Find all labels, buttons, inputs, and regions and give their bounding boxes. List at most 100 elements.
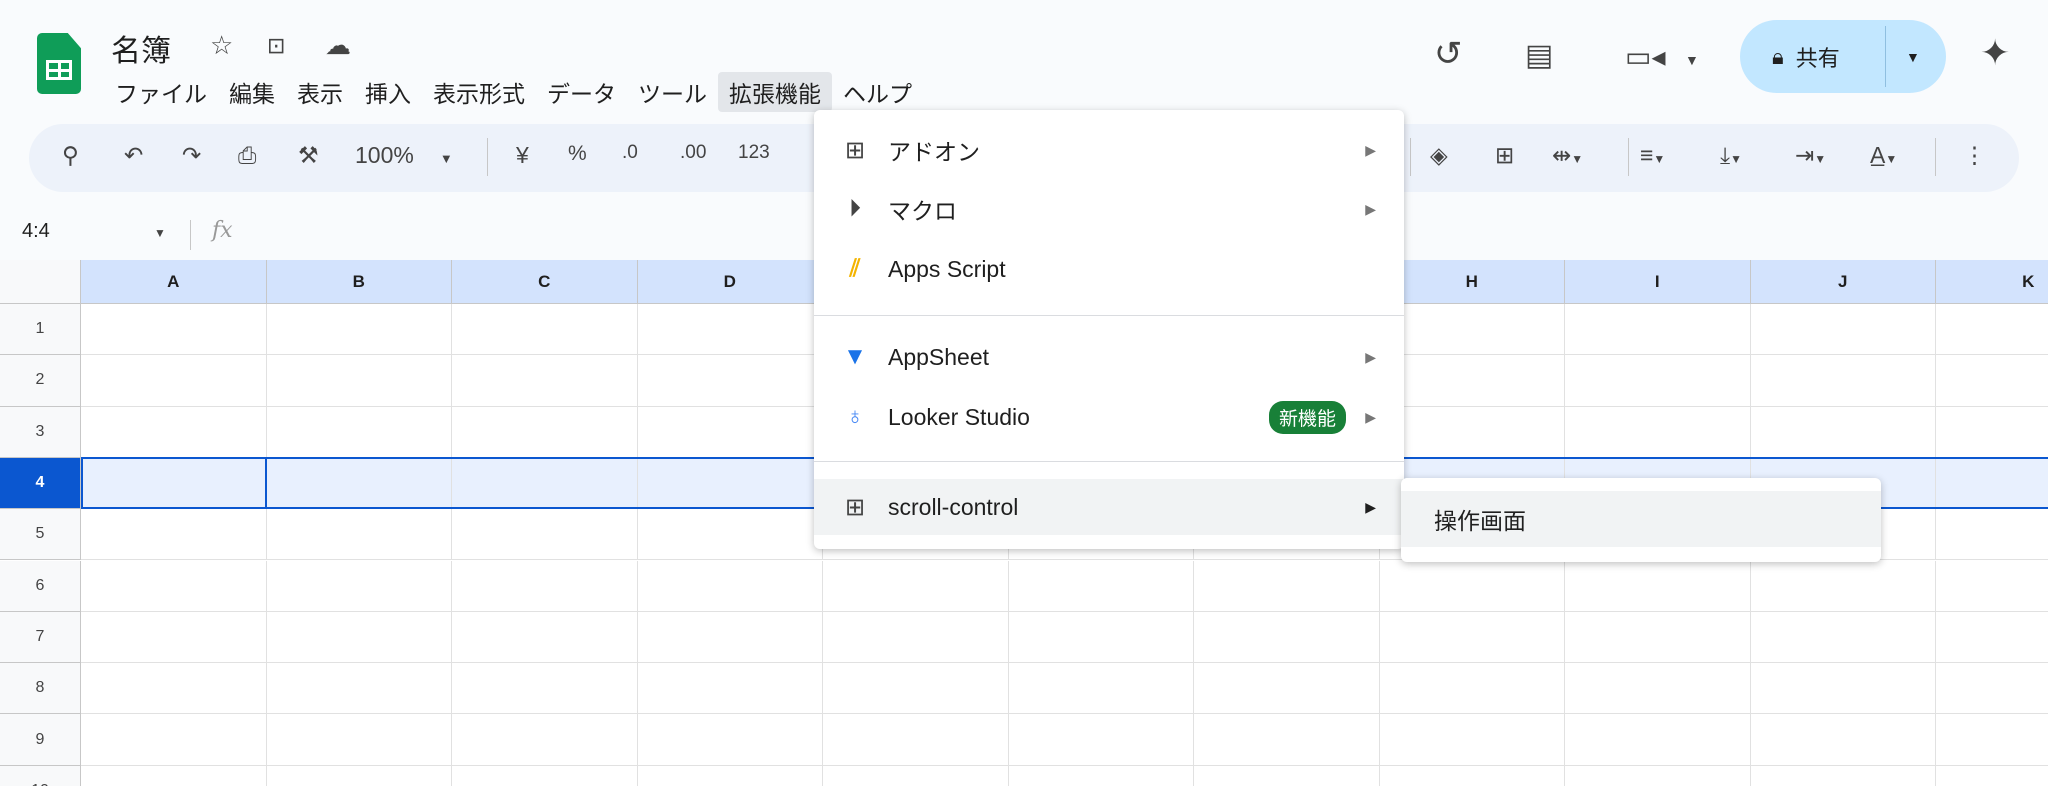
- cell-D2[interactable]: [637, 355, 823, 407]
- column-header-B[interactable]: B: [266, 260, 452, 304]
- cell-J10[interactable]: [1751, 765, 1936, 786]
- cell-A1[interactable]: [81, 304, 267, 356]
- cell-F8[interactable]: [1008, 663, 1194, 715]
- row-header-8[interactable]: 8: [0, 663, 81, 715]
- cell-C8[interactable]: [452, 663, 638, 715]
- cell-D6[interactable]: [637, 560, 823, 612]
- increase-decimal-button[interactable]: .00: [680, 142, 706, 164]
- submenu-item-control-panel[interactable]: 操作画面: [1401, 491, 1881, 547]
- cell-K10[interactable]: [1936, 766, 2048, 786]
- name-box-dropdown-icon[interactable]: ▼: [154, 226, 166, 240]
- vertical-align-icon[interactable]: ⤓▼: [1720, 142, 1742, 169]
- cell-H9[interactable]: [1379, 714, 1565, 766]
- document-title[interactable]: 名簿: [111, 26, 171, 70]
- cell-E10[interactable]: [823, 765, 1009, 786]
- cell-K5[interactable]: [1936, 509, 2048, 561]
- cell-J7[interactable]: [1750, 611, 1936, 664]
- row-header-4[interactable]: 4: [0, 457, 81, 510]
- comment-icon[interactable]: ▤: [1525, 38, 1553, 73]
- cell-H8[interactable]: [1379, 663, 1565, 715]
- print-icon[interactable]: ⎙: [238, 142, 256, 169]
- cell-G10[interactable]: [1194, 765, 1380, 786]
- cell-C7[interactable]: [452, 611, 638, 664]
- cell-H3[interactable]: [1379, 406, 1565, 458]
- menu-data[interactable]: データ: [536, 72, 627, 112]
- cell-B6[interactable]: [266, 560, 452, 612]
- cell-C1[interactable]: [452, 304, 638, 356]
- row-header-7[interactable]: 7: [0, 611, 81, 664]
- cell-A8[interactable]: [81, 663, 267, 715]
- percent-button[interactable]: %: [568, 142, 587, 166]
- cell-C6[interactable]: [452, 560, 638, 612]
- cell-B5[interactable]: [266, 509, 452, 561]
- cell-I10[interactable]: [1565, 765, 1751, 786]
- column-header-D[interactable]: D: [637, 260, 823, 304]
- cell-C10[interactable]: [452, 765, 638, 786]
- menu-item-addons[interactable]: ⊞ アドオン ▶: [814, 122, 1404, 178]
- cell-J8[interactable]: [1750, 663, 1936, 715]
- version-history-icon[interactable]: ↺: [1434, 34, 1463, 74]
- cloud-saved-icon[interactable]: ☁: [325, 30, 351, 61]
- menu-help[interactable]: ヘルプ: [832, 72, 923, 112]
- cell-D8[interactable]: [637, 663, 823, 715]
- star-icon[interactable]: ☆: [210, 30, 233, 61]
- cell-B8[interactable]: [266, 663, 452, 715]
- column-header-C[interactable]: C: [452, 260, 638, 304]
- cell-J1[interactable]: [1750, 304, 1936, 356]
- cell-C5[interactable]: [452, 509, 638, 561]
- row-header-6[interactable]: 6: [0, 560, 81, 612]
- cell-F7[interactable]: [1008, 611, 1194, 664]
- name-box[interactable]: 4:4: [22, 220, 50, 243]
- cell-A2[interactable]: [81, 355, 267, 407]
- cell-D3[interactable]: [637, 406, 823, 458]
- cell-C3[interactable]: [452, 406, 638, 458]
- menu-item-looker-studio[interactable]: ♁ Looker Studio 新機能 ▶: [814, 389, 1404, 445]
- cell-H6[interactable]: [1379, 560, 1565, 612]
- cell-B7[interactable]: [266, 611, 452, 664]
- menu-item-scroll-control[interactable]: ⊞ scroll-control ▶: [814, 479, 1404, 535]
- cell-E8[interactable]: [823, 663, 1009, 715]
- cell-I7[interactable]: [1565, 611, 1751, 664]
- cell-B3[interactable]: [266, 406, 452, 458]
- cell-K2[interactable]: [1936, 355, 2048, 407]
- column-header-H[interactable]: H: [1379, 260, 1565, 304]
- cell-A6[interactable]: [81, 560, 267, 612]
- cell-F6[interactable]: [1008, 560, 1194, 612]
- text-wrap-icon[interactable]: ⇥▼: [1795, 142, 1826, 169]
- cell-K7[interactable]: [1936, 612, 2048, 664]
- move-folder-icon[interactable]: ⊡: [267, 33, 285, 59]
- fill-color-icon[interactable]: ◈: [1430, 142, 1448, 169]
- menu-file[interactable]: ファイル: [104, 72, 218, 112]
- text-rotation-icon[interactable]: A̲▼: [1870, 142, 1897, 169]
- cell-H10[interactable]: [1380, 765, 1565, 786]
- row-header-3[interactable]: 3: [0, 406, 81, 458]
- cell-C2[interactable]: [452, 355, 638, 407]
- cell-E9[interactable]: [823, 714, 1009, 766]
- cell-J9[interactable]: [1750, 714, 1936, 766]
- cell-D9[interactable]: [637, 714, 823, 766]
- meet-chevron-icon[interactable]: ▼: [1685, 52, 1699, 68]
- cell-K9[interactable]: [1936, 714, 2048, 766]
- cell-I8[interactable]: [1565, 663, 1751, 715]
- cell-J6[interactable]: [1750, 560, 1936, 612]
- row-header-10[interactable]: 10: [0, 765, 81, 786]
- cell-H2[interactable]: [1379, 355, 1565, 407]
- cell-K6[interactable]: [1936, 561, 2048, 612]
- cell-F10[interactable]: [1009, 765, 1194, 786]
- row-header-9[interactable]: 9: [0, 714, 81, 766]
- cell-A9[interactable]: [81, 714, 267, 766]
- row-header-5[interactable]: 5: [0, 509, 81, 561]
- share-dropdown-icon[interactable]: ▼: [1906, 49, 1920, 65]
- cell-A7[interactable]: [81, 611, 267, 664]
- menu-edit[interactable]: 編集: [218, 72, 286, 112]
- cell-G6[interactable]: [1194, 560, 1380, 612]
- cell-A3[interactable]: [81, 406, 267, 458]
- redo-icon[interactable]: ↷: [182, 142, 201, 169]
- cell-B1[interactable]: [266, 304, 452, 356]
- cell-H7[interactable]: [1379, 611, 1565, 664]
- cell-K8[interactable]: [1936, 663, 2048, 715]
- cell-I9[interactable]: [1565, 714, 1751, 766]
- cell-D10[interactable]: [638, 765, 823, 786]
- menu-tools[interactable]: ツール: [627, 72, 718, 112]
- cell-I3[interactable]: [1565, 406, 1751, 458]
